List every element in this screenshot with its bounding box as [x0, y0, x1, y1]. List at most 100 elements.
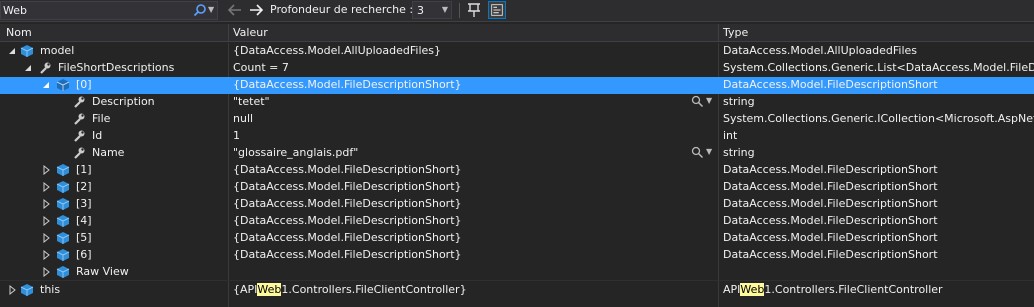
tree-row-item-6[interactable]: [6] {DataAccess.Model.FileDescriptionSho…	[0, 247, 1034, 264]
row-type: DataAccess.Model.FileDescriptionShort	[723, 180, 938, 193]
tree-row-description[interactable]: Description "tetet" ▼ string	[0, 94, 1034, 111]
cube-icon	[56, 181, 70, 193]
tree-row-item-5[interactable]: [5] {DataAccess.Model.FileDescriptionSho…	[0, 230, 1034, 247]
search-depth-select[interactable]: 3 ▼	[412, 1, 452, 19]
value-prefix: {API	[233, 283, 258, 296]
cube-icon	[56, 164, 70, 176]
row-name: [2]	[76, 180, 92, 193]
row-type: DataAccess.Model.FileDescriptionShort	[723, 214, 938, 227]
row-separator	[0, 280, 1034, 281]
back-arrow-icon[interactable]	[227, 2, 243, 18]
tree-row-this[interactable]: this {APIWeb1.Controllers.FileClientCont…	[0, 282, 1034, 299]
tree-row-id[interactable]: Id 1 int	[0, 128, 1034, 145]
cube-icon	[56, 232, 70, 244]
magnifier-icon[interactable]	[691, 95, 704, 108]
collapsed-triangle-icon[interactable]	[42, 199, 50, 209]
row-value[interactable]: 1	[233, 129, 717, 142]
tree-row-item-2[interactable]: [2] {DataAccess.Model.FileDescriptionSho…	[0, 179, 1034, 196]
row-value: {DataAccess.Model.AllUploadedFiles}	[233, 44, 442, 57]
column-resizer[interactable]	[228, 24, 229, 42]
visualizer-dropdown-icon[interactable]: ▼	[706, 96, 712, 105]
row-type: DataAccess.Model.AllUploadedFiles	[723, 44, 918, 57]
tree-row-raw-view[interactable]: Raw View	[0, 264, 1034, 281]
type-prefix: API	[723, 283, 741, 296]
wrench-icon	[74, 96, 85, 108]
row-type: DataAccess.Model.FileDescriptionShort	[723, 197, 938, 210]
column-resizer[interactable]	[718, 24, 719, 42]
row-type: DataAccess.Model.FileDescriptionShort	[723, 248, 938, 261]
row-type: string	[723, 95, 755, 108]
tree-row-model[interactable]: model {DataAccess.Model.AllUploadedFiles…	[0, 43, 1034, 60]
cube-icon	[56, 249, 70, 261]
collapsed-triangle-icon[interactable]	[42, 250, 50, 260]
view-toggle-icon[interactable]	[488, 1, 506, 19]
visualizer-dropdown-icon[interactable]: ▼	[706, 147, 712, 156]
column-header: Nom Valeur Type	[0, 24, 1034, 42]
search-match-highlight: Web	[740, 283, 765, 296]
row-value: {DataAccess.Model.FileDescriptionShort}	[233, 214, 462, 227]
row-name: Id	[92, 129, 103, 142]
expanded-triangle-icon[interactable]	[42, 80, 50, 90]
row-name: Raw View	[76, 265, 129, 278]
search-dropdown-icon[interactable]: ▼	[208, 5, 218, 17]
column-header-name[interactable]: Nom	[6, 26, 32, 39]
forward-arrow-icon[interactable]	[248, 2, 264, 18]
type-suffix: 1.Controllers.FileClientController	[764, 283, 943, 296]
column-header-type[interactable]: Type	[723, 26, 748, 39]
collapsed-triangle-icon[interactable]	[8, 285, 16, 295]
search-match-highlight: Web	[257, 283, 282, 296]
expanded-triangle-icon[interactable]	[24, 63, 32, 73]
wrench-icon	[74, 147, 85, 159]
row-name: [5]	[76, 231, 92, 244]
search-input[interactable]: Web ▼	[0, 1, 218, 20]
tree-row-item-0[interactable]: [0] {DataAccess.Model.FileDescriptionSho…	[0, 77, 1034, 94]
row-value: {DataAccess.Model.FileDescriptionShort}	[233, 197, 462, 210]
row-name: model	[40, 44, 75, 57]
row-type: System.Collections.Generic.List<DataAcce…	[723, 61, 1034, 74]
row-name: this	[40, 283, 61, 296]
watch-toolbar: Web ▼ Profondeur de recherche : 3 ▼	[0, 0, 1034, 22]
row-name: [6]	[76, 248, 92, 261]
row-name: File	[92, 112, 111, 125]
pin-filter-icon[interactable]	[466, 2, 482, 18]
expanded-triangle-icon[interactable]	[8, 46, 16, 56]
search-icon[interactable]	[193, 3, 207, 17]
row-name: FileShortDescriptions	[58, 61, 175, 74]
row-name: [0]	[76, 78, 92, 91]
tree-row-name[interactable]: Name "glossaire_anglais.pdf" ▼ string	[0, 145, 1034, 162]
collapsed-triangle-icon[interactable]	[42, 182, 50, 192]
tree-row-item-1[interactable]: [1] {DataAccess.Model.FileDescriptionSho…	[0, 162, 1034, 179]
toolbar-separator	[459, 3, 460, 18]
collapsed-triangle-icon[interactable]	[42, 216, 50, 226]
magnifier-icon[interactable]	[691, 146, 704, 159]
row-value[interactable]: "glossaire_anglais.pdf"	[233, 146, 717, 159]
row-value[interactable]: null	[233, 112, 717, 125]
row-type: string	[723, 146, 755, 159]
tree-row-file[interactable]: File null System.Collections.Generic.ICo…	[0, 111, 1034, 128]
tree-row-file-short-descriptions[interactable]: FileShortDescriptions Count = 7 System.C…	[0, 60, 1034, 77]
tree-row-item-4[interactable]: [4] {DataAccess.Model.FileDescriptionSho…	[0, 213, 1034, 230]
row-value[interactable]: "tetet"	[233, 95, 717, 108]
cube-icon	[20, 45, 34, 57]
row-value: {DataAccess.Model.FileDescriptionShort}	[233, 231, 462, 244]
cube-icon	[56, 215, 70, 227]
collapsed-triangle-icon[interactable]	[42, 165, 50, 175]
cube-icon	[56, 198, 70, 210]
cube-icon	[20, 284, 34, 296]
row-type: DataAccess.Model.FileDescriptionShort	[723, 231, 938, 244]
tree-row-item-3[interactable]: [3] {DataAccess.Model.FileDescriptionSho…	[0, 196, 1034, 213]
wrench-icon	[74, 113, 85, 125]
collapsed-triangle-icon[interactable]	[42, 267, 50, 277]
row-value: {DataAccess.Model.FileDescriptionShort}	[233, 78, 462, 91]
chevron-down-icon: ▼	[441, 5, 448, 14]
row-name: [1]	[76, 163, 92, 176]
cube-icon	[56, 79, 70, 91]
row-value: Count = 7	[233, 61, 289, 74]
value-suffix: 1.Controllers.FileClientController}	[281, 283, 467, 296]
row-value: {DataAccess.Model.FileDescriptionShort}	[233, 163, 462, 176]
row-type: int	[723, 129, 738, 142]
row-name: Description	[92, 95, 155, 108]
row-type: System.Collections.Generic.ICollection<M…	[723, 112, 1034, 125]
column-header-value[interactable]: Valeur	[233, 26, 268, 39]
collapsed-triangle-icon[interactable]	[42, 233, 50, 243]
